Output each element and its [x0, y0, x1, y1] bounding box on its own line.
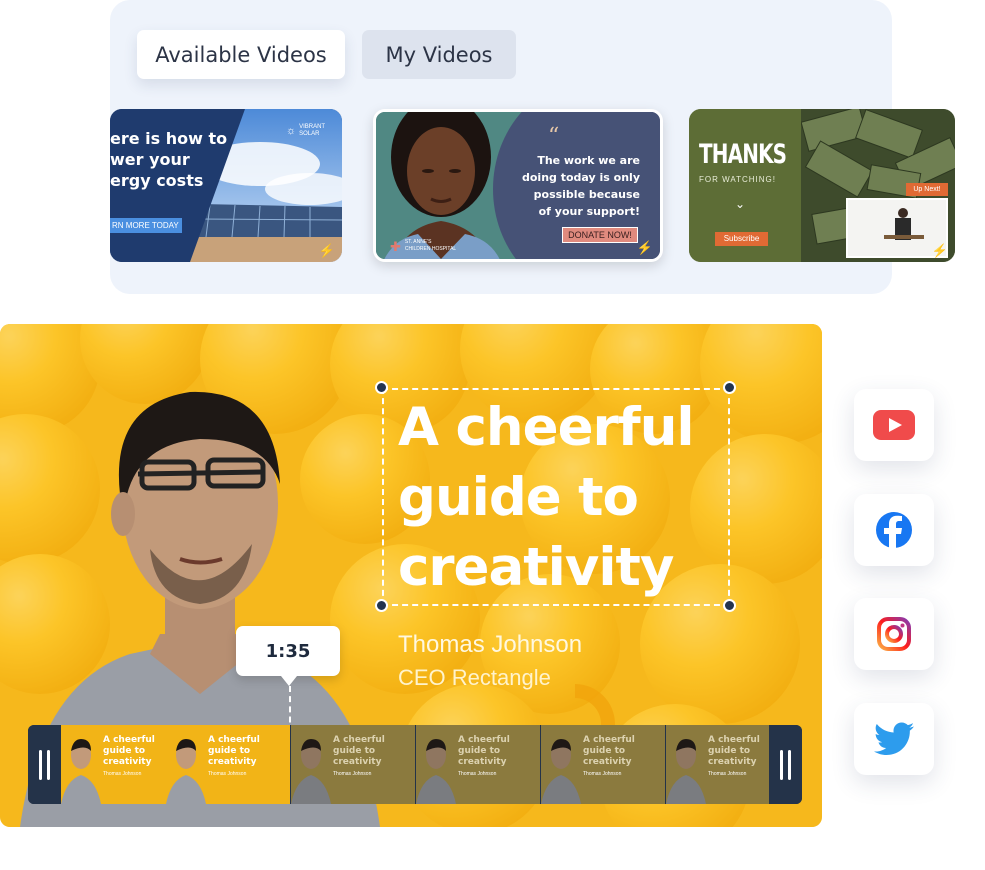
timeline-strip[interactable]: A cheerful guide to creativity Thomas John… — [28, 725, 802, 804]
frame-subtitle: Thomas Johnson — [333, 771, 372, 777]
frame-title-line-2: guide to — [458, 746, 501, 756]
hospital-quote-line-3: possible because — [533, 188, 640, 201]
frame-person-thumbnail — [541, 739, 581, 804]
lightning-icon: ⚡ — [636, 240, 653, 255]
subscribe-button[interactable]: Subscribe — [715, 232, 768, 246]
timeline-trim-handle-left[interactable] — [28, 725, 61, 804]
frame-subtitle: Thomas Johnson — [708, 771, 747, 777]
tab-my-videos[interactable]: My Videos — [362, 30, 516, 79]
solar-headline-line-3: ergy costs — [110, 171, 204, 190]
timeline-frame[interactable]: A cheerful guide to creativity Thomas John… — [166, 725, 290, 804]
org-name-line-1: ST. ANNE'S — [404, 239, 432, 245]
donate-button[interactable]: DONATE NOW! — [562, 227, 638, 243]
share-youtube-button[interactable] — [854, 389, 934, 461]
brand-name-line-2: SOLAR — [299, 131, 320, 137]
frame-person-thumbnail — [416, 739, 456, 804]
cross-icon: ✚ — [390, 238, 401, 254]
resize-handle-top-left[interactable] — [375, 381, 388, 394]
frame-title-line-2: guide to — [103, 746, 146, 756]
video-headline-text[interactable]: A cheerful guide to creativity — [398, 393, 738, 603]
video-thumbnail-hospital[interactable]: “ The work we are doing today is only po… — [373, 109, 663, 262]
playhead-time-tooltip: 1:35 — [236, 626, 340, 686]
frame-subtitle: Thomas Johnson — [458, 771, 497, 777]
frame-title-line-2: guide to — [208, 746, 251, 756]
frame-title-line-1: A cheerful — [208, 735, 260, 745]
presenter-name[interactable]: Thomas Johnson — [398, 631, 582, 659]
frame-title-line-3: creativity — [103, 757, 152, 767]
thanks-subtitle: FOR WATCHING! — [699, 175, 776, 184]
lightning-icon: ⚡ — [318, 243, 335, 258]
hospital-quote-line-1: The work we are — [537, 154, 640, 167]
resize-handle-bottom-left[interactable] — [375, 599, 388, 612]
thanks-title: THANKS — [699, 139, 787, 170]
frame-title-line-3: creativity — [208, 757, 257, 767]
frame-title-line-2: guide to — [708, 746, 751, 756]
share-facebook-button[interactable] — [854, 494, 934, 566]
frame-title-line-3: creativity — [333, 757, 382, 767]
lightning-icon: ⚡ — [931, 243, 948, 258]
solar-cta-button[interactable]: RN MORE TODAY — [110, 218, 182, 233]
video-thumbnail-thanks[interactable]: THANKS FOR WATCHING! ⌄ Subscribe Up Next… — [689, 109, 955, 262]
hospital-quote-line-4: of your support! — [538, 205, 640, 218]
headline-line-3: creativity — [398, 537, 674, 598]
solar-headline-line-2: wer your — [110, 150, 190, 169]
presenter-role[interactable]: CEO Rectangle — [398, 665, 551, 691]
timeline-trim-handle-right[interactable] — [769, 725, 802, 804]
frame-subtitle: Thomas Johnson — [208, 771, 247, 777]
hospital-logo: ✚ ST. ANNE'S CHILDREN HOSPITAL — [390, 239, 456, 253]
twitter-icon — [874, 722, 914, 755]
frame-title-line-1: A cheerful — [583, 735, 635, 745]
chevron-down-icon: ⌄ — [735, 197, 746, 211]
frame-person-thumbnail — [61, 739, 101, 804]
up-next-badge: Up Next! — [906, 183, 948, 196]
timeline-frame[interactable]: A cheerful guide to creativity Thomas John… — [541, 725, 665, 804]
share-instagram-button[interactable] — [854, 598, 934, 670]
instagram-icon — [877, 617, 911, 651]
frame-title-line-1: A cheerful — [458, 735, 510, 745]
frame-title-line-1: A cheerful — [333, 735, 385, 745]
tab-available-videos[interactable]: Available Videos — [137, 30, 345, 79]
facebook-icon — [876, 512, 912, 548]
brand-name-line-1: VIBRANT — [299, 124, 326, 130]
timeline-frame[interactable]: A cheerful guide to creativity Thomas John… — [416, 725, 540, 804]
sun-icon: ☼ — [286, 124, 297, 137]
frame-subtitle: Thomas Johnson — [103, 771, 142, 777]
quote-icon: “ — [548, 124, 560, 149]
frame-title-line-3: creativity — [708, 757, 757, 767]
org-name-line-2: CHILDREN HOSPITAL — [404, 246, 457, 252]
frame-title-line-2: guide to — [333, 746, 376, 756]
timeline-frame[interactable]: A cheerful guide to creativity Thomas John… — [291, 725, 415, 804]
share-twitter-button[interactable] — [854, 703, 934, 775]
solar-brand-logo: ☼ VIBRANT SOLAR — [286, 124, 325, 138]
frame-title-line-2: guide to — [583, 746, 626, 756]
solar-headline-line-1: ere is how to — [110, 129, 228, 148]
frame-subtitle: Thomas Johnson — [583, 771, 622, 777]
youtube-icon — [873, 410, 915, 440]
frame-title-line-1: A cheerful — [708, 735, 760, 745]
frame-title-line-3: creativity — [458, 757, 507, 767]
frame-title-line-3: creativity — [583, 757, 632, 767]
frame-person-thumbnail — [166, 739, 206, 804]
frame-title-line-1: A cheerful — [103, 735, 155, 745]
hospital-quote-line-2: doing today is only — [522, 171, 640, 184]
headline-line-1: A cheerful — [398, 397, 695, 458]
frame-person-thumbnail — [666, 739, 706, 804]
frame-person-thumbnail — [291, 739, 331, 804]
video-thumbnail-solar[interactable]: ere is how to wer your ergy costs RN MOR… — [110, 109, 342, 262]
headline-line-2: guide to — [398, 467, 639, 528]
